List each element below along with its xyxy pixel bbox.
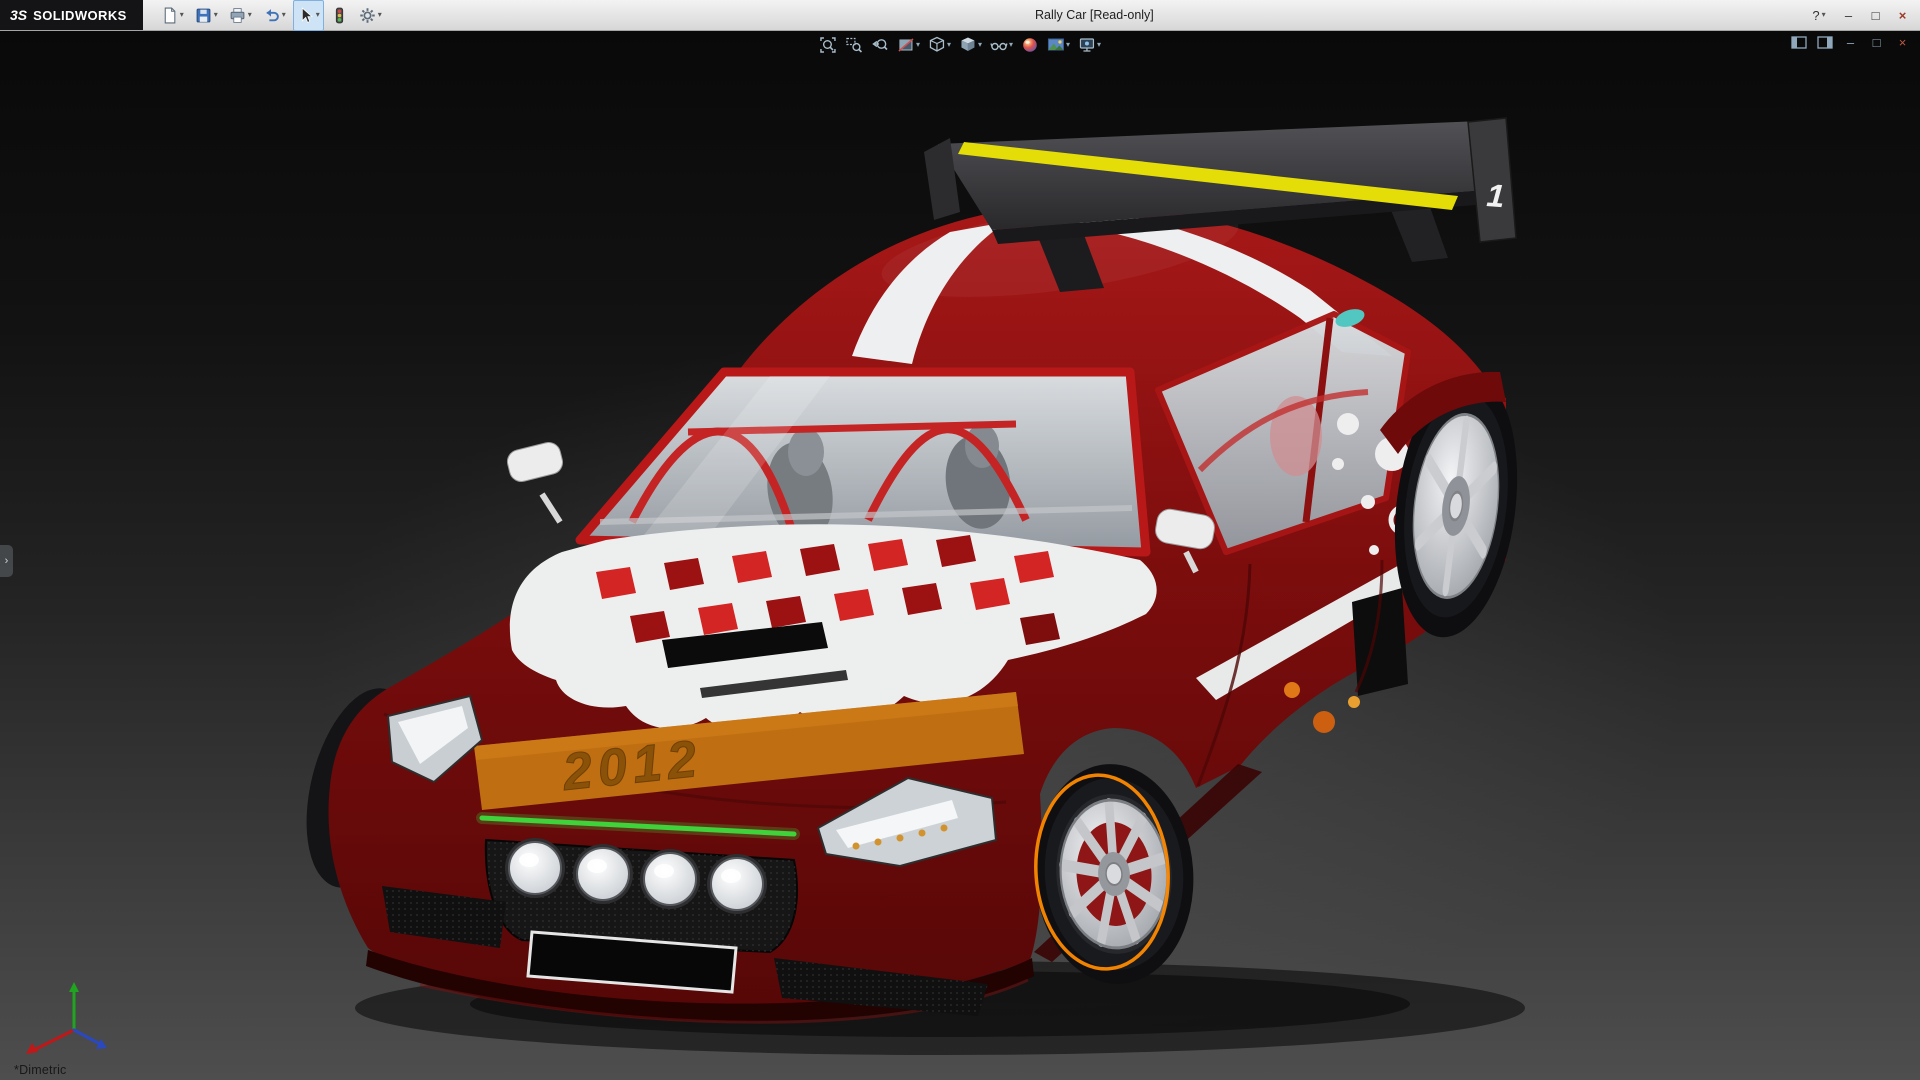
3ds-logo-icon: 3S	[10, 7, 27, 23]
options-button[interactable]: ▾	[355, 0, 386, 31]
dropdown-arrow-icon[interactable]: ▾	[214, 11, 218, 19]
document-window-controls: – □ ×	[1789, 33, 1912, 52]
minimize-icon: –	[1845, 8, 1852, 23]
split-pane-right-icon	[1817, 36, 1833, 49]
new-document-button[interactable]: ▾	[157, 0, 188, 31]
zoom-to-area-icon	[845, 36, 863, 54]
help-icon: ?	[1812, 8, 1819, 23]
dropdown-arrow-icon[interactable]: ▾	[316, 11, 320, 19]
view-orientation-label: *Dimetric	[14, 1063, 67, 1077]
save-button[interactable]: ▾	[191, 0, 222, 31]
doc-close-button[interactable]: ×	[1893, 33, 1912, 52]
heads-up-view-toolbar: ▾ ▾ ▾ ▾ ▾ ▾	[817, 34, 1103, 56]
reference-triad	[16, 978, 112, 1062]
select-cursor-icon	[297, 7, 314, 24]
edit-appearance-button[interactable]	[1019, 34, 1041, 56]
dropdown-arrow-icon[interactable]: ▾	[1097, 41, 1101, 49]
gear-icon	[359, 7, 376, 24]
pane-left-toggle[interactable]	[1789, 33, 1808, 52]
rally-car-model[interactable]: 2012	[0, 0, 1920, 1080]
doc-minimize-button[interactable]: –	[1841, 33, 1860, 52]
section-view-button[interactable]: ▾	[895, 34, 922, 56]
left-mirror[interactable]	[505, 440, 565, 522]
apply-scene-icon	[1047, 36, 1065, 54]
hide-show-items-icon	[990, 36, 1008, 54]
split-pane-left-icon	[1791, 36, 1807, 49]
previous-view-button[interactable]	[869, 34, 891, 56]
doc-minimize-icon: –	[1847, 35, 1854, 50]
brand-name: SOLIDWORKS	[33, 8, 127, 23]
doc-restore-button[interactable]: □	[1867, 33, 1886, 52]
undo-icon	[263, 7, 280, 24]
window-title: Rally Car [Read-only]	[386, 8, 1803, 22]
flyout-arrow-icon: ›	[5, 555, 9, 567]
window-controls: ? ▾ – □ ×	[1803, 4, 1916, 26]
new-document-icon	[161, 7, 178, 24]
dropdown-arrow-icon[interactable]: ▾	[978, 41, 982, 49]
display-style-icon	[959, 36, 977, 54]
minimize-button[interactable]: –	[1835, 4, 1862, 26]
print-icon	[229, 7, 246, 24]
select-button[interactable]: ▾	[293, 0, 324, 31]
wing-number-decal: 1	[1486, 177, 1506, 214]
dropdown-arrow-icon[interactable]: ▾	[180, 11, 184, 19]
pane-right-toggle[interactable]	[1815, 33, 1834, 52]
close-icon: ×	[1899, 8, 1907, 23]
dropdown-arrow-icon[interactable]: ▾	[1009, 41, 1013, 49]
rebuild-button[interactable]	[327, 0, 352, 31]
display-style-button[interactable]: ▾	[957, 34, 984, 56]
save-icon	[195, 7, 212, 24]
dropdown-arrow-icon: ▾	[1822, 11, 1826, 19]
view-settings-icon	[1078, 36, 1096, 54]
view-orientation-button[interactable]: ▾	[926, 34, 953, 56]
zoom-to-fit-button[interactable]	[817, 34, 839, 56]
dropdown-arrow-icon[interactable]: ▾	[916, 41, 920, 49]
print-button[interactable]: ▾	[225, 0, 256, 31]
hide-show-items-button[interactable]: ▾	[988, 34, 1015, 56]
view-orientation-icon	[928, 36, 946, 54]
zoom-to-fit-icon	[819, 36, 837, 54]
dropdown-arrow-icon[interactable]: ▾	[1066, 41, 1070, 49]
previous-view-icon	[871, 36, 889, 54]
doc-close-icon: ×	[1899, 35, 1907, 50]
dropdown-arrow-icon[interactable]: ▾	[378, 11, 382, 19]
restore-icon: □	[1872, 8, 1880, 23]
close-button[interactable]: ×	[1889, 4, 1916, 26]
zoom-to-area-button[interactable]	[843, 34, 865, 56]
apply-scene-button[interactable]: ▾	[1045, 34, 1072, 56]
restore-button[interactable]: □	[1862, 4, 1889, 26]
help-button[interactable]: ? ▾	[1803, 4, 1835, 26]
section-view-icon	[897, 36, 915, 54]
titlebar: 3S SOLIDWORKS ▾ ▾ ▾ ▾ ▾ ▾ Ra	[0, 0, 1920, 31]
undo-button[interactable]: ▾	[259, 0, 290, 31]
featuremanager-flyout-tab[interactable]: ›	[0, 545, 13, 577]
solidworks-logo: 3S SOLIDWORKS	[0, 0, 143, 30]
doc-restore-icon: □	[1873, 35, 1881, 50]
view-settings-button[interactable]: ▾	[1076, 34, 1103, 56]
standard-toolbar: ▾ ▾ ▾ ▾ ▾ ▾	[157, 0, 386, 31]
dropdown-arrow-icon[interactable]: ▾	[248, 11, 252, 19]
dropdown-arrow-icon[interactable]: ▾	[947, 41, 951, 49]
edit-appearance-icon	[1021, 36, 1039, 54]
dropdown-arrow-icon[interactable]: ▾	[282, 11, 286, 19]
rebuild-icon	[331, 7, 348, 24]
